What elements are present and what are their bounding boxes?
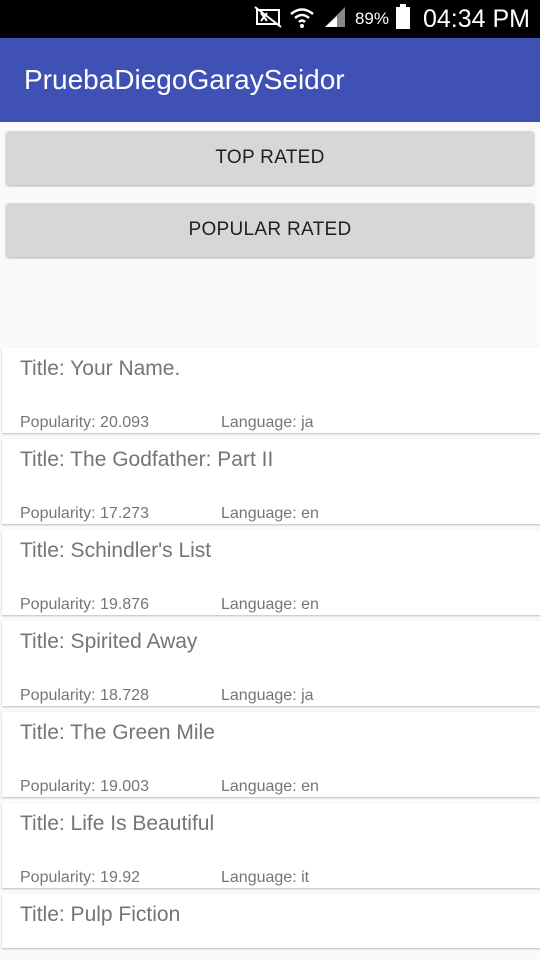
movie-card[interactable]: Title: Pulp Fiction (2, 894, 540, 948)
top-rated-button[interactable]: TOP RATED (6, 131, 534, 185)
app-title: PruebaDiegoGaraySeidor (24, 64, 345, 95)
clock: 04:34 PM (422, 4, 530, 33)
movie-popularity: Popularity: 17.273 (20, 505, 149, 522)
signal-icon (321, 5, 349, 34)
movie-card[interactable]: Title: Your Name. Popularity: 20.093 Lan… (2, 348, 540, 433)
movie-popularity: Popularity: 19.876 (20, 596, 149, 613)
movie-title: Title: Life Is Beautiful (20, 812, 215, 835)
movie-title: Title: Spirited Away (20, 630, 198, 653)
movie-card[interactable]: Title: Schindler's List Popularity: 19.8… (2, 530, 540, 615)
movie-title: Title: Your Name. (20, 357, 181, 380)
movie-title: Title: The Green Mile (20, 721, 215, 744)
movie-language: Language: it (221, 869, 310, 886)
movie-language: Language: ja (221, 414, 314, 431)
movie-popularity: Popularity: 19.92 (20, 869, 141, 886)
popular-rated-button[interactable]: POPULAR RATED (6, 203, 534, 257)
movie-language: Language: en (221, 596, 319, 613)
movie-title: Title: Pulp Fiction (20, 903, 181, 926)
status-icons: 89% 04:34 PM (253, 0, 530, 38)
movie-card[interactable]: Title: Life Is Beautiful Popularity: 19.… (2, 803, 540, 888)
movie-title: Title: Schindler's List (20, 539, 212, 562)
movie-language: Language: en (221, 778, 319, 795)
battery-icon (395, 3, 411, 35)
main-content: TOP RATED POPULAR RATED Title: Your Name… (0, 122, 540, 960)
mute-icon (253, 5, 283, 34)
movie-popularity: Popularity: 18.728 (20, 687, 149, 704)
movie-card[interactable]: Title: The Godfather: Part II Popularity… (2, 439, 540, 524)
movie-language: Language: ja (221, 687, 314, 704)
movie-card[interactable]: Title: The Green Mile Popularity: 19.003… (2, 712, 540, 797)
battery-percentage: 89% (354, 9, 389, 28)
movie-popularity: Popularity: 20.093 (20, 414, 149, 431)
movie-popularity: Popularity: 19.003 (20, 778, 149, 795)
wifi-icon (289, 5, 315, 34)
app-bar: PruebaDiegoGaraySeidor (0, 38, 540, 122)
movie-card[interactable]: Title: Spirited Away Popularity: 18.728 … (2, 621, 540, 706)
movie-title: Title: The Godfather: Part II (20, 448, 274, 471)
status-bar: 89% 04:34 PM (0, 0, 540, 38)
movie-language: Language: en (221, 505, 319, 522)
